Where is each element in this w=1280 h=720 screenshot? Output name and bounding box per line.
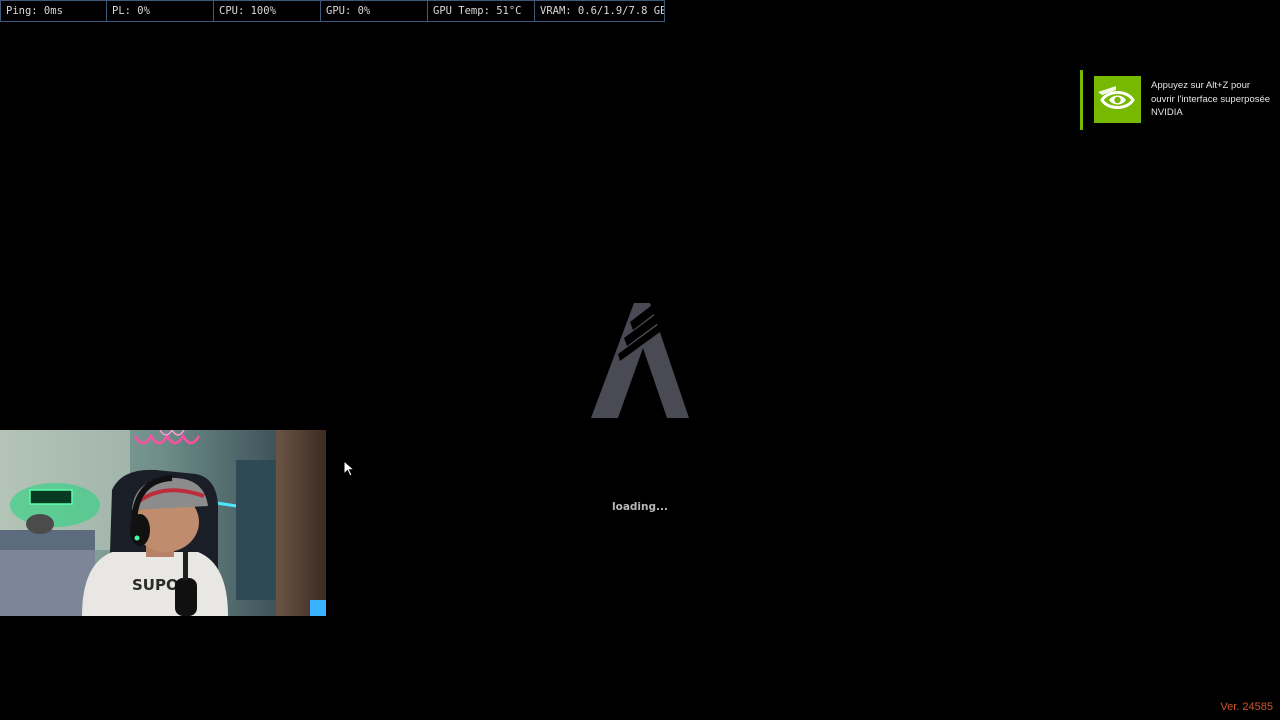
version-label: Ver. 24585	[1220, 701, 1273, 713]
ping-stat: Ping: 0ms	[0, 0, 107, 22]
performance-stats-bar: Ping: 0ms PL: 0% CPU: 100% GPU: 0% GPU T…	[0, 0, 665, 22]
packet-loss-stat: PL: 0%	[107, 0, 214, 22]
svg-text:SUPO: SUPO	[132, 576, 179, 594]
loading-text: loading...	[612, 501, 668, 513]
cpu-stat: CPU: 100%	[214, 0, 321, 22]
webcam-feed: SUPO	[0, 430, 326, 616]
game-window: Ping: 0ms PL: 0% CPU: 100% GPU: 0% GPU T…	[0, 0, 1280, 720]
nvidia-overlay-message: Appuyez sur Alt+Z pour ouvrir l'interfac…	[1151, 80, 1271, 118]
nvidia-overlay-notification: Appuyez sur Alt+Z pour ouvrir l'interfac…	[1080, 70, 1270, 130]
game-logo-a-icon	[588, 300, 692, 420]
nvidia-eye-icon	[1094, 76, 1141, 123]
gpu-stat: GPU: 0%	[321, 0, 428, 22]
vram-stat: VRAM: 0.6/1.9/7.8 GB	[535, 0, 665, 22]
gpu-temp-stat: GPU Temp: 51°C	[428, 0, 535, 22]
mouse-pointer-icon	[343, 459, 356, 478]
